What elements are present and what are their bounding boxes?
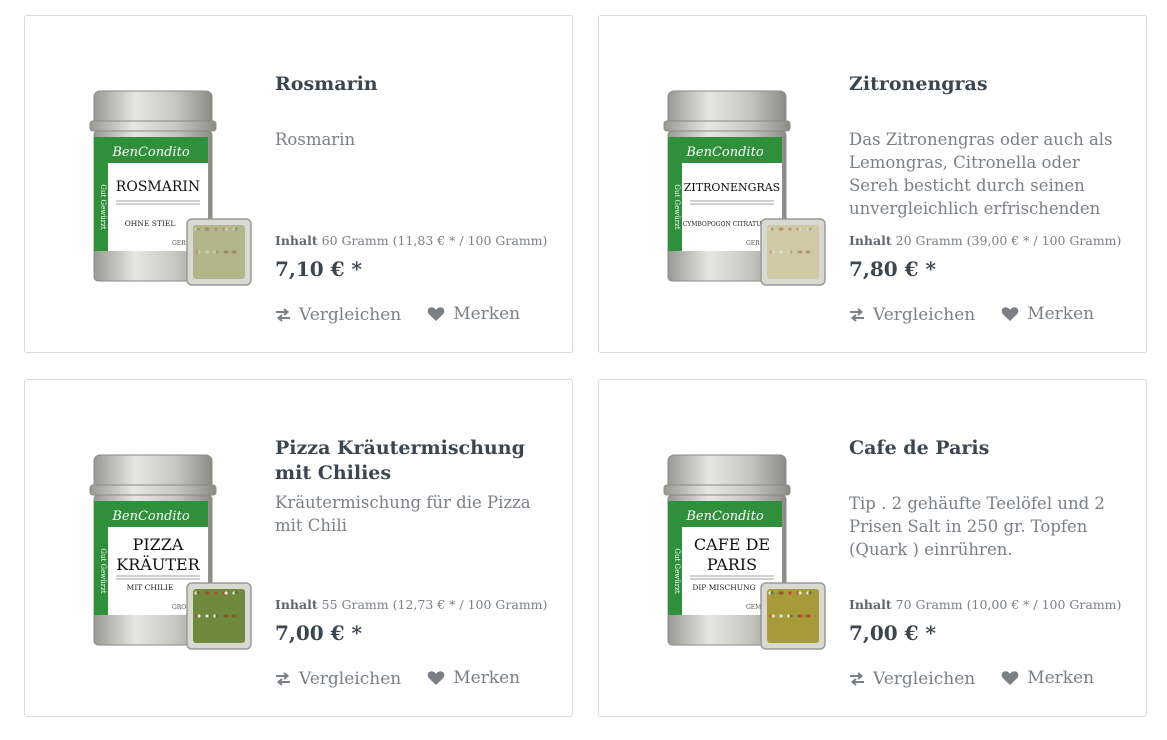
product-description: Rosmarin bbox=[275, 130, 356, 149]
product-description: Das Zitronengras oder auch als Lemongras… bbox=[849, 130, 1113, 218]
svg-text:PIZZA: PIZZA bbox=[133, 535, 184, 554]
unit-value: 55 Gramm (12,73 € * / 100 Gramm) bbox=[321, 597, 548, 612]
svg-text:GERI: GERI bbox=[172, 240, 189, 247]
svg-text:MIT CHILIE: MIT CHILIE bbox=[127, 583, 174, 592]
svg-text:Gut Gewürzt: Gut Gewürzt bbox=[673, 184, 681, 229]
brand-logo-text: BenCondito bbox=[685, 145, 763, 160]
svg-text:OHNE STIEL: OHNE STIEL bbox=[125, 219, 176, 228]
product-price: 7,80 € * bbox=[849, 257, 937, 281]
product-price: 7,10 € * bbox=[275, 257, 363, 281]
product-price: 7,00 € * bbox=[275, 621, 363, 645]
product-image[interactable]: BenCondito Gut Gewürzt ROSMARIN OHNE STIEL G… bbox=[50, 81, 255, 293]
wishlist-button[interactable]: Merken bbox=[427, 304, 520, 324]
svg-text:GERI: GERI bbox=[746, 240, 763, 247]
heart-icon bbox=[1001, 306, 1027, 322]
svg-text:CYMBOPOGON CITRATUS: CYMBOPOGON CITRATUS bbox=[683, 221, 766, 228]
wishlist-button[interactable]: Merken bbox=[427, 668, 520, 688]
compare-button[interactable]: Vergleichen bbox=[849, 669, 975, 689]
unit-label: Inhalt bbox=[275, 597, 318, 612]
svg-text:KRÄUTER: KRÄUTER bbox=[116, 554, 200, 574]
unit-value: 70 Gramm (10,00 € * / 100 Gramm) bbox=[895, 597, 1122, 612]
brand-logo-text: BenCondito bbox=[685, 509, 763, 524]
compare-button[interactable]: Vergleichen bbox=[275, 305, 401, 325]
brand-logo-text: BenCondito bbox=[111, 145, 189, 160]
product-price: 7,00 € * bbox=[849, 621, 937, 645]
brand-logo-text: BenCondito bbox=[111, 509, 189, 524]
product-unit-info: Inhalt 60 Gramm (11,83 € * / 100 Gramm) bbox=[275, 233, 547, 248]
compare-label: Vergleichen bbox=[299, 305, 402, 325]
wishlist-label: Merken bbox=[453, 668, 521, 688]
compare-arrows-icon bbox=[849, 308, 873, 322]
product-card: BenCondito Gut Gewürzt CAFE DE PARIS DIP MIS… bbox=[598, 379, 1147, 717]
product-card: BenCondito Gut Gewürzt ROSMARIN OHNE STIEL G… bbox=[24, 15, 573, 353]
product-image[interactable]: BenCondito Gut Gewürzt CAFE DE PARIS DIP MIS… bbox=[624, 445, 829, 657]
heart-icon bbox=[1001, 670, 1027, 686]
svg-text:CAFE DE: CAFE DE bbox=[694, 535, 770, 554]
unit-label: Inhalt bbox=[849, 597, 892, 612]
wishlist-label: Merken bbox=[453, 304, 521, 324]
unit-label: Inhalt bbox=[275, 233, 318, 248]
product-actions: Vergleichen Merken bbox=[849, 304, 1094, 327]
wishlist-button[interactable]: Merken bbox=[1001, 668, 1094, 688]
wishlist-label: Merken bbox=[1027, 668, 1095, 688]
product-description: Tip . 2 gehäufte Teelöfel und 2 Prisen S… bbox=[849, 494, 1105, 559]
product-actions: Vergleichen Merken bbox=[275, 668, 520, 691]
svg-text:Gut Gewürzt: Gut Gewürzt bbox=[673, 548, 681, 593]
product-card: BenCondito Gut Gewürzt PIZZA KRÄUTER MIT CHI… bbox=[24, 379, 573, 717]
product-description: Kräutermischung für die Pizza mit Chili bbox=[275, 493, 531, 535]
compare-arrows-icon bbox=[275, 672, 299, 686]
wishlist-button[interactable]: Merken bbox=[1001, 304, 1094, 324]
unit-label: Inhalt bbox=[849, 233, 892, 248]
svg-text:ROSMARIN: ROSMARIN bbox=[116, 179, 200, 195]
product-unit-info: Inhalt 20 Gramm (39,00 € * / 100 Gramm) bbox=[849, 233, 1121, 248]
product-actions: Vergleichen Merken bbox=[275, 304, 520, 327]
heart-icon bbox=[427, 670, 453, 686]
svg-text:DIP MISCHUNG: DIP MISCHUNG bbox=[692, 583, 755, 592]
compare-button[interactable]: Vergleichen bbox=[849, 305, 975, 325]
unit-value: 60 Gramm (11,83 € * / 100 Gramm) bbox=[321, 233, 548, 248]
product-unit-info: Inhalt 70 Gramm (10,00 € * / 100 Gramm) bbox=[849, 597, 1121, 612]
product-actions: Vergleichen Merken bbox=[849, 668, 1094, 691]
compare-button[interactable]: Vergleichen bbox=[275, 669, 401, 689]
product-image[interactable]: BenCondito Gut Gewürzt ZITRONENGRAS CYMBOPO… bbox=[624, 81, 829, 293]
product-unit-info: Inhalt 55 Gramm (12,73 € * / 100 Gramm) bbox=[275, 597, 547, 612]
product-image[interactable]: BenCondito Gut Gewürzt PIZZA KRÄUTER MIT CHI… bbox=[50, 445, 255, 657]
compare-arrows-icon bbox=[849, 672, 873, 686]
product-card: BenCondito Gut Gewürzt ZITRONENGRAS CYMBOPO… bbox=[598, 15, 1147, 353]
compare-label: Vergleichen bbox=[299, 669, 402, 689]
compare-arrows-icon bbox=[275, 308, 299, 322]
unit-value: 20 Gramm (39,00 € * / 100 Gramm) bbox=[895, 233, 1122, 248]
product-title[interactable]: Pizza Kräutermischung mit Chilies bbox=[275, 436, 554, 486]
svg-text:Gut Gewürzt: Gut Gewürzt bbox=[99, 184, 107, 229]
svg-text:PARIS: PARIS bbox=[707, 555, 757, 574]
wishlist-label: Merken bbox=[1027, 304, 1095, 324]
svg-text:ZITRONENGRAS: ZITRONENGRAS bbox=[684, 181, 780, 194]
svg-text:Gut Gewürzt: Gut Gewürzt bbox=[99, 548, 107, 593]
compare-label: Vergleichen bbox=[873, 669, 976, 689]
product-title[interactable]: Zitronengras bbox=[849, 72, 1128, 97]
product-title[interactable]: Cafe de Paris bbox=[849, 436, 1128, 461]
heart-icon bbox=[427, 306, 453, 322]
product-title[interactable]: Rosmarin bbox=[275, 72, 554, 97]
compare-label: Vergleichen bbox=[873, 305, 976, 325]
